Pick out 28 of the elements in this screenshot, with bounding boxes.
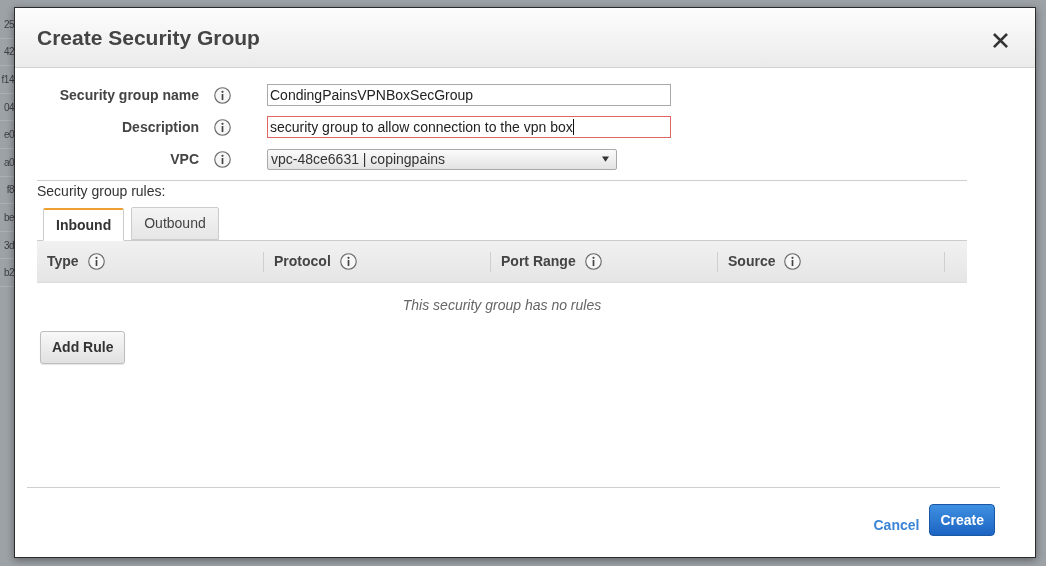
column-header: Type: [47, 252, 79, 271]
empty-message: This security group has no rules: [402, 295, 602, 315]
tab[interactable]: Inbound: [43, 208, 125, 241]
field-label: VPC: [169, 149, 199, 169]
section-heading: Security group rules:: [37, 182, 166, 200]
column-header: Source: [728, 252, 776, 271]
info-icon[interactable]: [339, 253, 357, 270]
tab[interactable]: Outbound: [131, 207, 219, 240]
close-icon[interactable]: [993, 32, 1008, 48]
dialog-title: Create Security Group: [37, 24, 260, 51]
field-label: Description: [121, 117, 199, 137]
cancel-link[interactable]: Cancel: [873, 515, 920, 536]
create-button[interactable]: Create: [929, 504, 995, 536]
column-header: Protocol: [274, 252, 331, 271]
field-label: Security group name: [58, 85, 199, 105]
text-field[interactable]: security group to allow connection to the vpn box: [267, 116, 671, 138]
column-header: Port Range: [501, 252, 576, 271]
info-icon[interactable]: [214, 150, 231, 168]
info-icon[interactable]: [87, 253, 105, 270]
text-cursor: [572, 119, 574, 135]
caret-icon: [602, 156, 609, 162]
info-icon[interactable]: [784, 253, 802, 270]
text-field[interactable]: CondingPainsVPNBoxSecGroup: [267, 84, 671, 106]
add-rule-button[interactable]: Add Rule: [40, 331, 126, 364]
info-icon[interactable]: [584, 253, 602, 270]
info-icon[interactable]: [214, 86, 231, 104]
info-icon[interactable]: [214, 118, 231, 136]
dropdown-select[interactable]: vpc-48ce6631 | copingpains: [267, 148, 617, 170]
